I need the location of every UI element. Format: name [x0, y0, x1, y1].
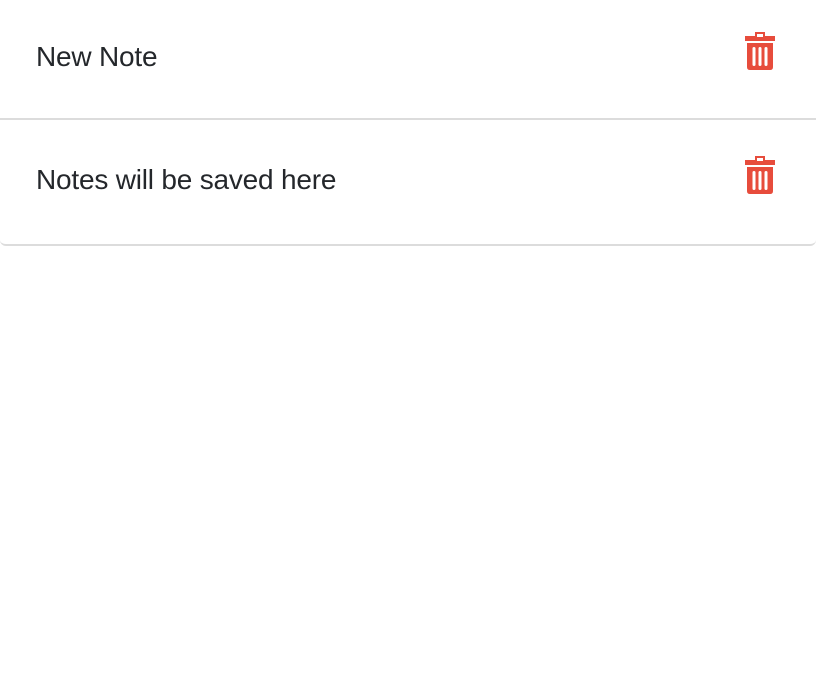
- trash-icon: [745, 32, 775, 70]
- note-title: New Note: [36, 41, 158, 72]
- note-list: New Note Notes will be saved here: [0, 0, 816, 246]
- note-list-item[interactable]: New Note: [0, 0, 816, 118]
- delete-note-button[interactable]: [744, 31, 776, 71]
- note-list-item[interactable]: Notes will be saved here: [0, 118, 816, 244]
- note-title: Notes will be saved here: [36, 164, 337, 195]
- delete-note-button[interactable]: [744, 155, 776, 195]
- trash-icon: [745, 156, 775, 194]
